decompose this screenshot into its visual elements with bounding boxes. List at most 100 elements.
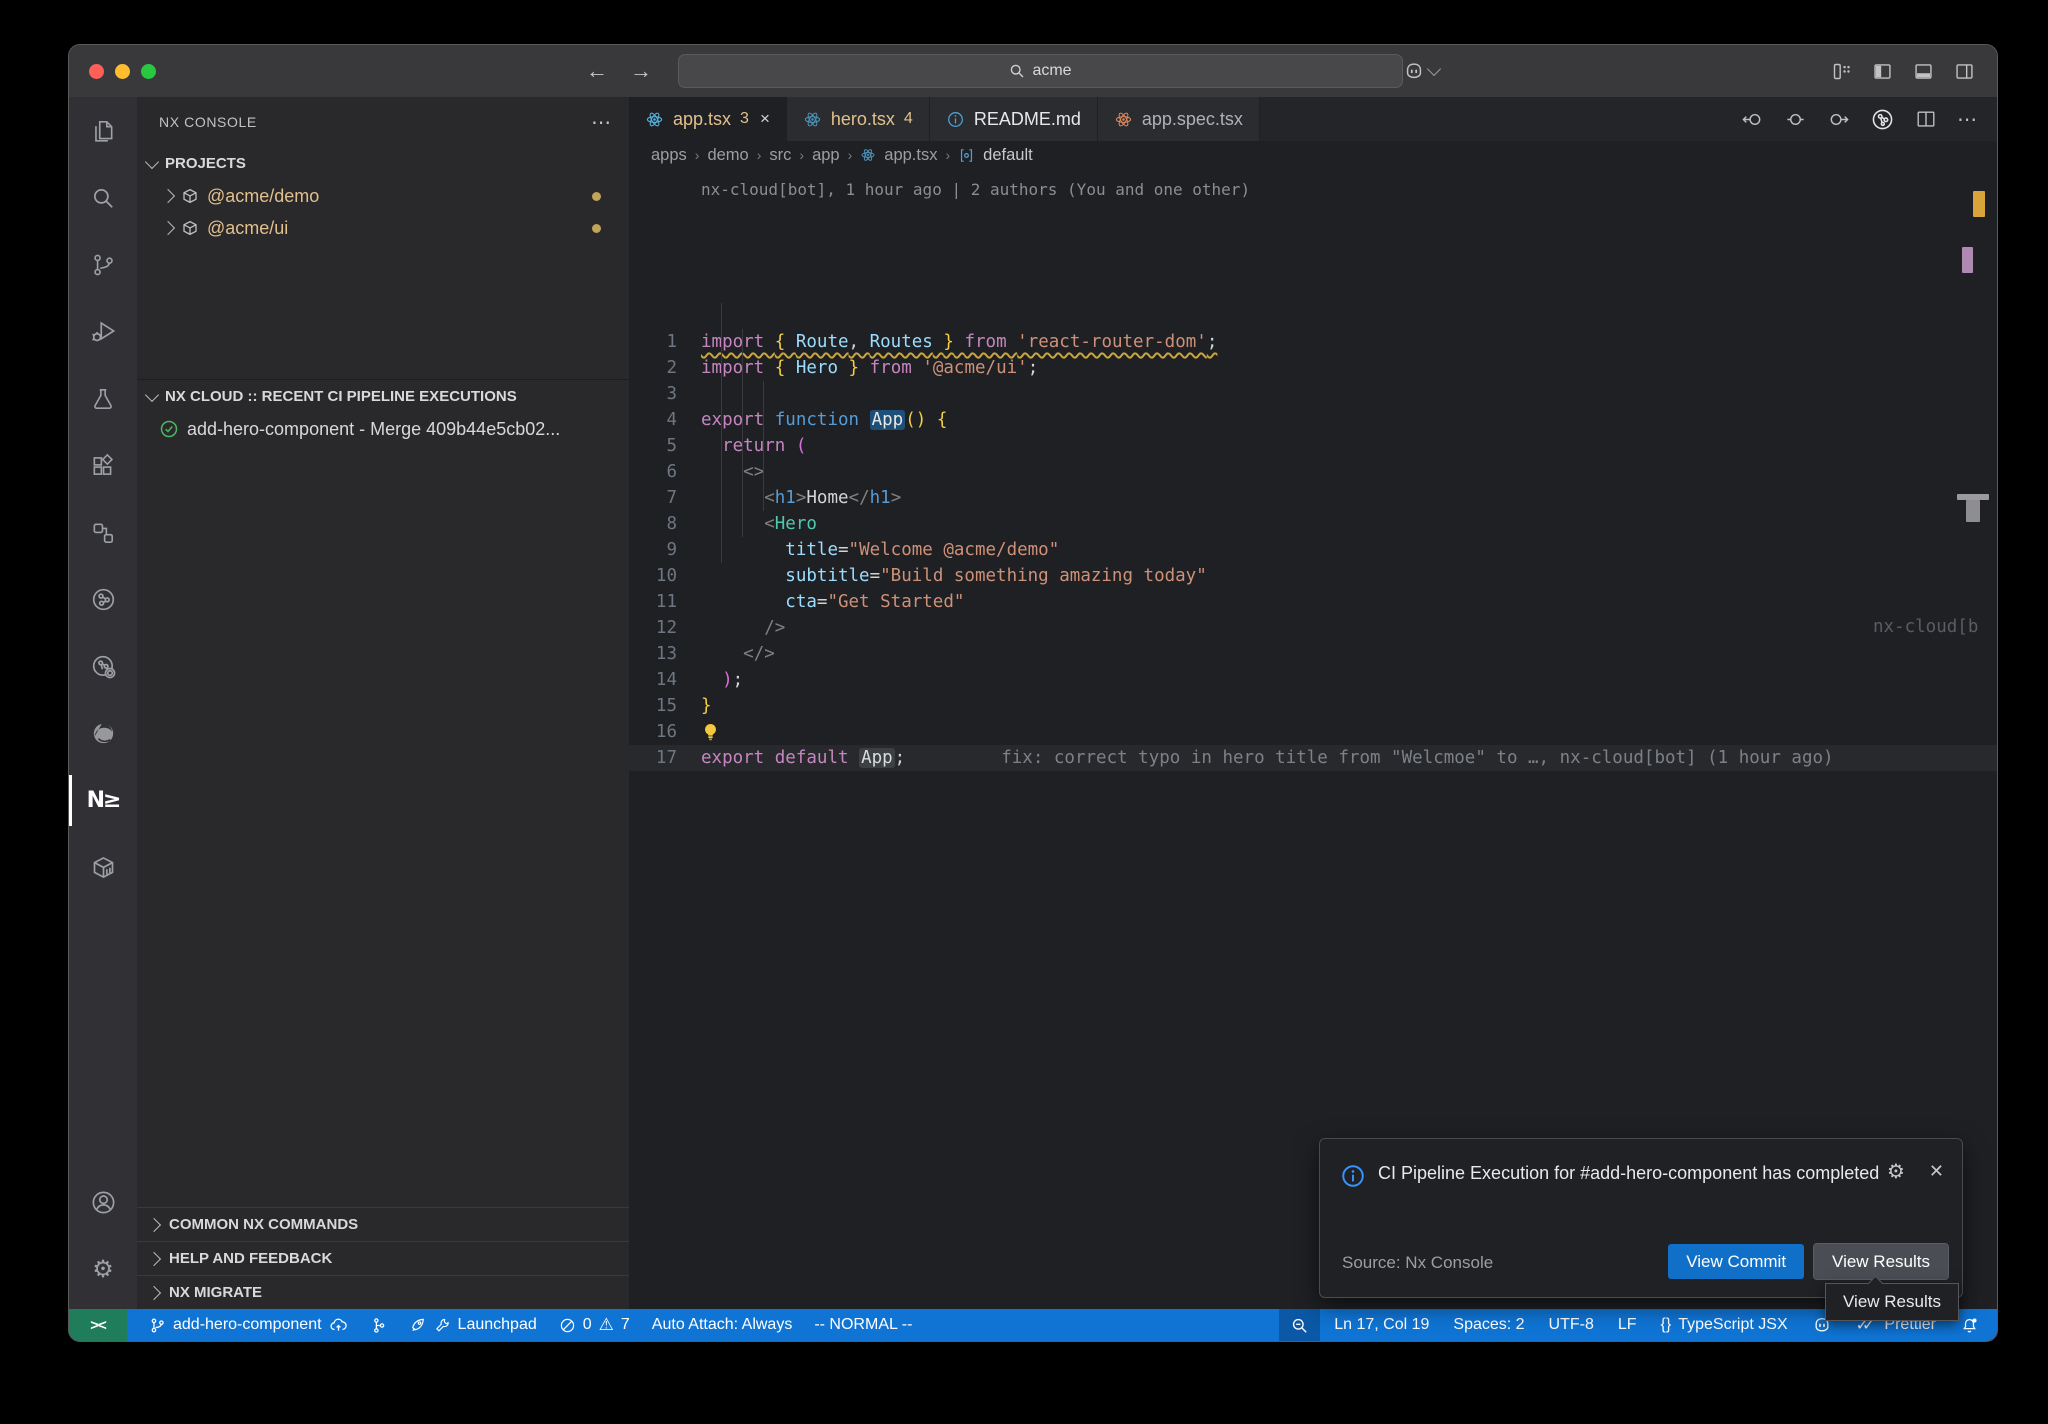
breadcrumb-item[interactable]: app bbox=[812, 146, 840, 165]
notification-source: Source: Nx Console bbox=[1342, 1253, 1493, 1273]
more-actions-icon[interactable]: ⋯ bbox=[1957, 107, 1979, 132]
tab-label: README.md bbox=[974, 109, 1081, 130]
indentation-indicator[interactable]: Spaces: 2 bbox=[1453, 1316, 1524, 1334]
line-number: 2 bbox=[629, 355, 677, 381]
vim-mode-indicator[interactable]: -- NORMAL -- bbox=[814, 1316, 912, 1334]
activity-run-debug[interactable] bbox=[69, 298, 137, 365]
breadcrumb-item[interactable]: demo bbox=[707, 146, 748, 165]
code-line[interactable]: 16 bbox=[629, 719, 1997, 745]
code-line[interactable]: 5 return ( bbox=[629, 433, 1997, 459]
code-line[interactable]: 4export function App() { bbox=[629, 407, 1997, 433]
cursor-position[interactable]: Ln 17, Col 19 bbox=[1334, 1316, 1429, 1334]
copilot-menu[interactable] bbox=[1403, 60, 1439, 82]
eol-indicator[interactable]: LF bbox=[1618, 1316, 1637, 1334]
code-line[interactable]: 10 subtitle="Build something amazing tod… bbox=[629, 563, 1997, 589]
view-commit-button[interactable]: View Commit bbox=[1668, 1244, 1804, 1279]
auto-attach-indicator[interactable]: Auto Attach: Always bbox=[652, 1316, 793, 1334]
activity-edge-tools[interactable] bbox=[69, 700, 137, 767]
code-line[interactable]: 1import { Route, Routes } from 'react-ro… bbox=[629, 329, 1997, 355]
breadcrumb-item[interactable]: app.tsx bbox=[884, 146, 937, 165]
section-common-nx-commands[interactable]: COMMON NX COMMANDS bbox=[137, 1207, 629, 1241]
activity-settings[interactable]: ⚙ bbox=[69, 1236, 137, 1303]
graph-circle-icon bbox=[90, 586, 117, 613]
nav-forward-icon[interactable] bbox=[1827, 108, 1850, 131]
breadcrumb-item[interactable]: src bbox=[769, 146, 791, 165]
zoom-window-button[interactable] bbox=[141, 64, 156, 79]
chevron-down-icon bbox=[145, 387, 159, 401]
problems-indicator[interactable]: 0 ⚠ 7 bbox=[559, 1315, 630, 1335]
launchpad-button[interactable]: Launchpad bbox=[409, 1316, 537, 1334]
sidebar-more-actions-icon[interactable]: ⋯ bbox=[591, 110, 613, 135]
section-projects[interactable]: PROJECTS bbox=[137, 147, 629, 180]
branch-indicator[interactable]: add-hero-component bbox=[149, 1316, 348, 1335]
command-center-search[interactable]: acme bbox=[678, 54, 1403, 88]
cloud-upload-icon bbox=[329, 1316, 348, 1335]
tab-hero-tsx[interactable]: hero.tsx 4 bbox=[787, 97, 930, 141]
toggle-secondary-sidebar-icon[interactable] bbox=[1954, 61, 1975, 82]
activity-nx-projects[interactable] bbox=[69, 499, 137, 566]
project-item-acme-ui[interactable]: @acme/ui bbox=[137, 212, 629, 244]
minimize-window-button[interactable] bbox=[115, 64, 130, 79]
section-nx-migrate[interactable]: NX MIGRATE bbox=[137, 1275, 629, 1309]
activity-account[interactable] bbox=[69, 1169, 137, 1236]
history-forward-icon[interactable]: → bbox=[630, 58, 652, 84]
tab-readme-md[interactable]: README.md bbox=[930, 97, 1098, 141]
toggle-panel-icon[interactable] bbox=[1913, 61, 1934, 82]
code-line[interactable]: 7 <h1>Home</h1> bbox=[629, 485, 1997, 511]
split-editor-icon[interactable] bbox=[1915, 108, 1937, 130]
activity-extensions[interactable] bbox=[69, 432, 137, 499]
activity-package[interactable] bbox=[69, 834, 137, 901]
remote-indicator[interactable]: >< bbox=[69, 1309, 127, 1341]
section-help-and-feedback[interactable]: HELP AND FEEDBACK bbox=[137, 1241, 629, 1275]
view-results-button[interactable]: View Results bbox=[1814, 1244, 1948, 1279]
close-tab-icon[interactable]: × bbox=[760, 109, 770, 129]
encoding-indicator[interactable]: UTF-8 bbox=[1549, 1316, 1594, 1334]
tab-app-tsx[interactable]: app.tsx 3 × bbox=[629, 97, 787, 141]
code-line[interactable]: 13 </> bbox=[629, 641, 1997, 667]
code-line[interactable]: 12 /> bbox=[629, 615, 1997, 641]
line-number: 8 bbox=[629, 511, 677, 537]
code-line[interactable]: 8 <Hero bbox=[629, 511, 1997, 537]
code-line[interactable]: 11 cta="Get Started" bbox=[629, 589, 1997, 615]
chevron-down-icon bbox=[145, 154, 159, 168]
nav-back-icon[interactable] bbox=[1741, 108, 1764, 131]
nx-logo-icon: N≥ bbox=[87, 788, 120, 813]
history-back-icon[interactable]: ← bbox=[586, 58, 608, 84]
activity-source-control[interactable] bbox=[69, 231, 137, 298]
git-graph-button[interactable] bbox=[370, 1317, 387, 1334]
code-line[interactable]: 9 title="Welcome @acme/demo" bbox=[629, 537, 1997, 563]
gutter-blame-lens[interactable]: nx-cloud[bot], 1 hour ago | 2 authors (Y… bbox=[629, 171, 1250, 199]
code-line[interactable]: 14 ); bbox=[629, 667, 1997, 693]
code-line[interactable]: 15} bbox=[629, 693, 1997, 719]
code-line[interactable]: 3 bbox=[629, 381, 1997, 407]
notification-settings-icon[interactable]: ⚙ bbox=[1887, 1162, 1905, 1182]
toggle-primary-sidebar-icon[interactable] bbox=[1872, 61, 1893, 82]
react-file-icon bbox=[860, 147, 876, 163]
activity-nx-console[interactable]: N≥ bbox=[69, 767, 137, 834]
customize-layout-icon[interactable] bbox=[1831, 61, 1852, 82]
lightbulb-icon[interactable] bbox=[701, 719, 720, 745]
zoom-indicator[interactable] bbox=[1279, 1309, 1320, 1341]
pipeline-execution-item[interactable]: add-hero-component - Merge 409b44e5cb02.… bbox=[137, 413, 629, 445]
code-line[interactable]: 17export default App;fix: correct typo i… bbox=[629, 745, 1997, 771]
auto-attach-label: Auto Attach: Always bbox=[652, 1316, 793, 1334]
notifications-bell[interactable] bbox=[1960, 1316, 1979, 1335]
code-line[interactable]: 6 <> bbox=[629, 459, 1997, 485]
nx-graph-action-icon[interactable] bbox=[1870, 107, 1895, 132]
activity-project-graph[interactable] bbox=[69, 566, 137, 633]
chevron-right-icon bbox=[147, 1217, 161, 1231]
breadcrumb-item[interactable]: default bbox=[983, 146, 1033, 165]
activity-search[interactable] bbox=[69, 164, 137, 231]
activity-testing[interactable] bbox=[69, 365, 137, 432]
language-mode[interactable]: {} TypeScript JSX bbox=[1661, 1316, 1788, 1334]
code-line[interactable]: 2import { Hero } from '@acme/ui'; bbox=[629, 355, 1997, 381]
activity-explorer[interactable] bbox=[69, 97, 137, 164]
close-window-button[interactable] bbox=[89, 64, 104, 79]
tab-app-spec-tsx[interactable]: app.spec.tsx bbox=[1098, 97, 1260, 141]
activity-cloud-graph[interactable] bbox=[69, 633, 137, 700]
breadcrumb-item[interactable]: apps bbox=[651, 146, 687, 165]
section-nx-cloud[interactable]: NX CLOUD :: RECENT CI PIPELINE EXECUTION… bbox=[137, 380, 629, 413]
notification-close-icon[interactable]: ✕ bbox=[1929, 1161, 1944, 1182]
nav-current-icon[interactable] bbox=[1784, 108, 1807, 131]
project-item-acme-demo[interactable]: @acme/demo bbox=[137, 180, 629, 212]
